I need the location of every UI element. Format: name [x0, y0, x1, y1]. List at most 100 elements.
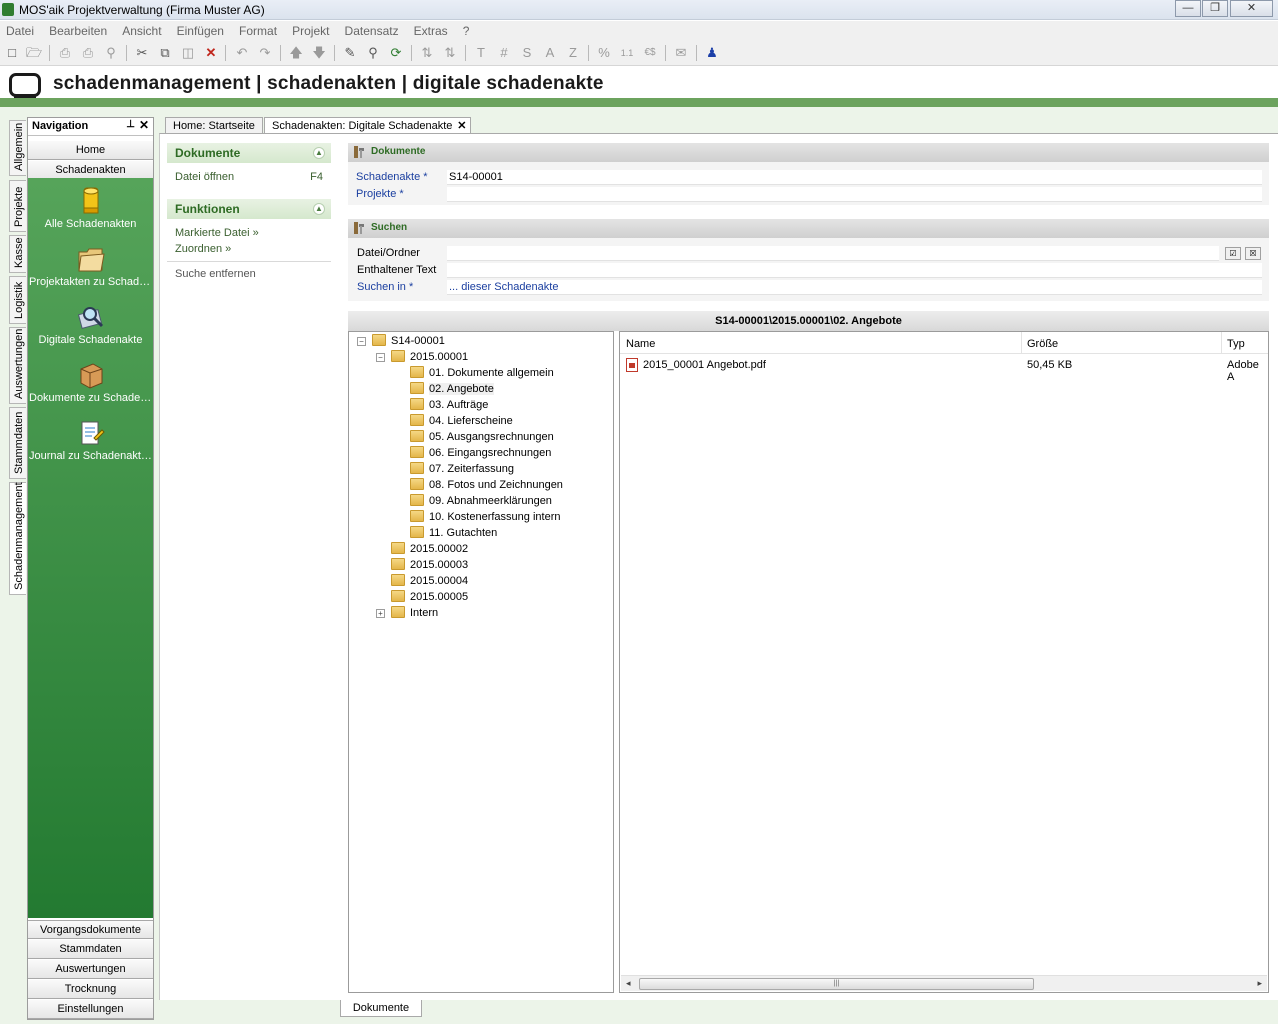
nav-button-einstellungen[interactable]: Einstellungen	[28, 1000, 153, 1019]
collapse-icon[interactable]: ▲	[313, 203, 325, 215]
undo-icon[interactable]: ↶	[233, 44, 251, 62]
minimize-button[interactable]: —	[1175, 0, 1201, 17]
format-text-icon[interactable]: T	[472, 44, 490, 62]
percent-icon[interactable]: %	[595, 44, 613, 62]
collapse-root-icon[interactable]: −	[357, 337, 366, 346]
print-icon[interactable]: ⎙	[56, 44, 74, 62]
tree-node-2015-00005[interactable]: 2015.00005	[391, 590, 468, 606]
user-icon[interactable]: ♟	[703, 44, 721, 62]
tree-node-subfolder-selected[interactable]: 02. Angebote	[410, 382, 494, 398]
close-icon[interactable]: ✕	[139, 118, 149, 132]
datei-ordner-input[interactable]	[447, 246, 1219, 261]
nav-button-home[interactable]: Home	[28, 141, 153, 160]
tree-node-subfolder[interactable]: 07. Zeiterfassung	[410, 462, 514, 478]
nav-item-journal[interactable]: Journal zu Schadenakten	[28, 418, 153, 462]
print-preview-icon[interactable]: ⎙	[79, 44, 97, 62]
tree-node-subfolder[interactable]: 11. Gutachten	[410, 526, 497, 542]
page-preview-icon[interactable]: ⚲	[102, 44, 120, 62]
mail-icon[interactable]: ✉	[672, 44, 690, 62]
tree-node-subfolder[interactable]: 01. Dokumente allgemein	[410, 366, 554, 382]
nav-button-trocknung[interactable]: Trocknung	[28, 980, 153, 999]
tree-node-subfolder[interactable]: 08. Fotos und Zeichnungen	[410, 478, 563, 494]
tab-digitale-schadenakte[interactable]: Schadenakten: Digitale Schadenakte ✕	[264, 117, 472, 134]
refresh-icon[interactable]: ⟳	[387, 44, 405, 62]
menu-bearbeiten[interactable]: Bearbeiten	[43, 21, 113, 38]
close-button[interactable]: ✕	[1230, 0, 1273, 17]
menu-format[interactable]: Format	[233, 21, 283, 38]
tree-node-subfolder[interactable]: 05. Ausgangsrechnungen	[410, 430, 554, 446]
menu-help[interactable]: ?	[457, 21, 476, 38]
vtab-kasse[interactable]: Kasse	[9, 235, 26, 273]
decimal-icon[interactable]: 1.1	[618, 44, 636, 62]
vtab-projekte[interactable]: Projekte	[9, 180, 26, 232]
tab-dokumente-bottom[interactable]: Dokumente	[340, 1000, 422, 1017]
task-suche-entfernen[interactable]: Suche entfernen	[167, 266, 331, 282]
format-number-icon[interactable]: #	[495, 44, 513, 62]
tree-node-intern[interactable]: Intern	[391, 606, 438, 622]
move-down-icon[interactable]: 🡇	[310, 44, 328, 62]
tree-node-subfolder[interactable]: 04. Lieferscheine	[410, 414, 513, 430]
find-icon[interactable]: ⚲	[364, 44, 382, 62]
column-typ[interactable]: Typ	[1227, 338, 1245, 350]
column-name[interactable]: Name	[626, 338, 655, 350]
menu-datensatz[interactable]: Datensatz	[339, 21, 405, 38]
suchen-in-select[interactable]: ... dieser Schadenakte	[447, 280, 1262, 295]
nav-button-vorgangsdokumente[interactable]: Vorgangsdokumente	[28, 920, 153, 939]
vtab-auswertungen[interactable]: Auswertungen	[9, 327, 26, 404]
menu-projekt[interactable]: Projekt	[286, 21, 335, 38]
tree-node-root[interactable]: S14-00001	[372, 334, 445, 350]
move-up-icon[interactable]: 🡅	[287, 44, 305, 62]
clear-filter-button[interactable]: ☒	[1245, 247, 1261, 260]
vtab-logistik[interactable]: Logistik	[9, 276, 26, 324]
format-z-icon[interactable]: Z	[564, 44, 582, 62]
file-row[interactable]: 2015_00001 Angebot.pdf 50,45 KB Adobe A	[620, 358, 1268, 383]
task-group-header[interactable]: Funktionen ▲	[167, 199, 331, 219]
task-markierte-datei[interactable]: Markierte Datei »	[167, 225, 331, 241]
column-groesse[interactable]: Größe	[1027, 338, 1058, 350]
nav-item-digitale-schadenakte[interactable]: Digitale Schadenakte	[28, 302, 153, 346]
nav-item-alle-schadenakten[interactable]: Alle Schadenakten	[28, 186, 153, 230]
tree-node-subfolder[interactable]: 06. Eingangsrechnungen	[410, 446, 551, 462]
vtab-schadenmanagement[interactable]: Schadenmanagement	[9, 482, 26, 595]
maximize-button[interactable]: ❐	[1202, 0, 1228, 17]
apply-filter-button[interactable]: ☑	[1225, 247, 1241, 260]
menu-extras[interactable]: Extras	[408, 21, 454, 38]
nav-button-stammdaten[interactable]: Stammdaten	[28, 940, 153, 959]
task-group-header[interactable]: Dokumente ▲	[167, 143, 331, 163]
currency-icon[interactable]: €$	[641, 44, 659, 62]
delete-icon[interactable]: ✕	[202, 44, 220, 62]
copy-icon[interactable]: ⧉	[156, 44, 174, 62]
edit-icon[interactable]: ✎	[341, 44, 359, 62]
cut-icon[interactable]: ✂	[133, 44, 151, 62]
redo-icon[interactable]: ↷	[256, 44, 274, 62]
sort-desc-icon[interactable]: ⇅	[441, 44, 459, 62]
vtab-stammdaten[interactable]: Stammdaten	[9, 407, 26, 479]
nav-item-projektakten[interactable]: Projektakten zu Schade...	[28, 244, 153, 288]
menu-ansicht[interactable]: Ansicht	[116, 21, 167, 38]
tree-node-subfolder[interactable]: 10. Kostenerfassung intern	[410, 510, 560, 526]
collapse-child-icon[interactable]: −	[376, 353, 385, 362]
schadenakte-input[interactable]: S14-00001	[447, 170, 1262, 185]
scroll-left-icon[interactable]: ◂	[626, 978, 631, 989]
menu-datei[interactable]: Datei	[0, 21, 40, 38]
sort-asc-icon[interactable]: ⇅	[418, 44, 436, 62]
projekte-input[interactable]	[447, 187, 1262, 202]
expand-intern-icon[interactable]: +	[376, 609, 385, 618]
tree-node-subfolder[interactable]: 09. Abnahmeerklärungen	[410, 494, 552, 510]
menu-einfuegen[interactable]: Einfügen	[171, 21, 230, 38]
open-folder-icon[interactable]: 🗁	[25, 44, 43, 62]
horizontal-scrollbar[interactable]: ◂ ||| ▸	[621, 975, 1267, 991]
collapse-icon[interactable]: ▲	[313, 147, 325, 159]
scroll-thumb[interactable]: |||	[639, 978, 1034, 990]
format-a-icon[interactable]: A	[541, 44, 559, 62]
task-zuordnen[interactable]: Zuordnen »	[167, 241, 331, 257]
new-file-icon[interactable]: □	[3, 44, 21, 62]
tab-home-startseite[interactable]: Home: Startseite	[165, 117, 263, 134]
scroll-right-icon[interactable]: ▸	[1257, 978, 1262, 989]
paste-icon[interactable]: ◫	[179, 44, 197, 62]
tree-node-2015-00002[interactable]: 2015.00002	[391, 542, 468, 558]
tree-node-2015-00003[interactable]: 2015.00003	[391, 558, 468, 574]
vtab-allgemein[interactable]: Allgemein	[9, 120, 26, 176]
task-datei-oeffnen[interactable]: Datei öffnen F4	[167, 169, 331, 185]
tree-node-subfolder[interactable]: 03. Aufträge	[410, 398, 488, 414]
